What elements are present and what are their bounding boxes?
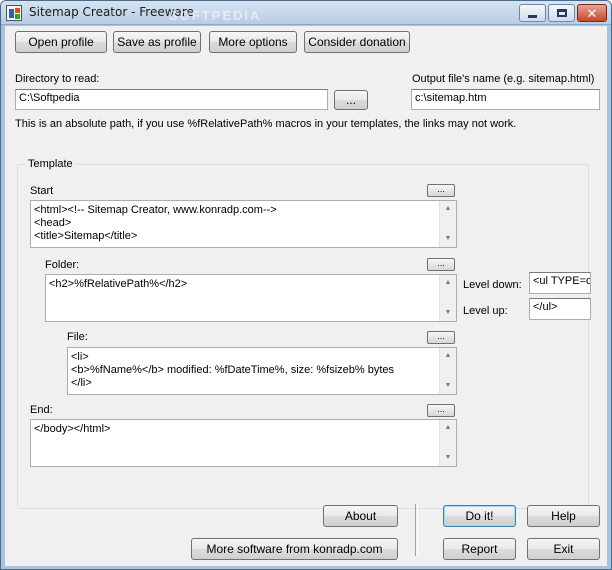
directory-label: Directory to read: — [15, 73, 100, 85]
file-label: File: — [67, 331, 88, 343]
output-file-label: Output file's name (e.g. sitemap.html) — [412, 73, 595, 85]
app-window: Sitemap Creator - Freeware SOFTPEDIA ✕ O… — [0, 0, 612, 570]
maximize-icon — [556, 9, 567, 17]
start-template-textarea[interactable]: <html><!-- Sitemap Creator, www.konradp.… — [30, 200, 457, 248]
start-scrollbar[interactable]: ▲ ▼ — [439, 201, 456, 247]
folder-template-textarea[interactable]: <h2>%fRelativePath%</h2> ▲ ▼ — [45, 274, 457, 322]
maximize-button[interactable] — [548, 4, 575, 22]
level-down-label: Level down: — [463, 279, 522, 291]
dialog-body: Open profile Save as profile More option… — [5, 26, 607, 566]
output-file-input[interactable]: c:\sitemap.htm — [411, 89, 600, 110]
minimize-icon — [528, 14, 537, 18]
file-line: <b>%fName%</b> modified: %fDateTime%, si… — [71, 364, 395, 376]
more-software-button[interactable]: More software from konradp.com — [191, 538, 398, 560]
end-label: End: — [30, 404, 53, 416]
file-line: </li> — [71, 377, 92, 389]
folder-line: <h2>%fRelativePath%</h2> — [49, 278, 188, 290]
open-profile-button[interactable]: Open profile — [15, 31, 107, 53]
level-down-input[interactable]: <ul TYPE=d — [529, 272, 591, 294]
start-label: Start — [30, 185, 54, 197]
directory-note: This is an absolute path, if you use %fR… — [15, 118, 517, 130]
end-edit-button[interactable]: ... — [427, 404, 455, 417]
level-up-label: Level up: — [463, 305, 508, 317]
consider-donation-button[interactable]: Consider donation — [304, 31, 410, 53]
about-button[interactable]: About — [323, 505, 398, 527]
scroll-down-icon[interactable]: ▼ — [440, 451, 456, 465]
save-as-profile-button[interactable]: Save as profile — [113, 31, 201, 53]
file-edit-button[interactable]: ... — [427, 331, 455, 344]
exit-button[interactable]: Exit — [527, 538, 600, 560]
button-divider — [415, 504, 418, 556]
template-group-title: Template — [25, 158, 76, 170]
do-it-button[interactable]: Do it! — [443, 505, 516, 527]
scroll-down-icon[interactable]: ▼ — [440, 232, 456, 246]
file-template-textarea[interactable]: <li> <b>%fName%</b> modified: %fDateTime… — [67, 347, 457, 395]
scroll-up-icon[interactable]: ▲ — [440, 421, 456, 435]
folder-edit-button[interactable]: ... — [427, 258, 455, 271]
end-scrollbar[interactable]: ▲ ▼ — [439, 420, 456, 466]
close-button[interactable]: ✕ — [577, 4, 607, 22]
scroll-down-icon[interactable]: ▼ — [440, 379, 456, 393]
start-line: <title>Sitemap</title> — [34, 230, 138, 242]
scroll-up-icon[interactable]: ▲ — [440, 202, 456, 216]
directory-input[interactable]: C:\Softpedia — [15, 89, 328, 110]
folder-scrollbar[interactable]: ▲ ▼ — [439, 275, 456, 321]
more-options-button[interactable]: More options — [209, 31, 297, 53]
start-line: <html><!-- Sitemap Creator, www.konradp.… — [34, 204, 277, 216]
help-button[interactable]: Help — [527, 505, 600, 527]
level-up-input[interactable]: </ul> — [529, 298, 591, 320]
end-line: </body></html> — [34, 423, 111, 435]
browse-directory-button[interactable]: ... — [334, 90, 368, 110]
minimize-button[interactable] — [519, 4, 546, 22]
end-template-textarea[interactable]: </body></html> ▲ ▼ — [30, 419, 457, 467]
app-icon — [6, 5, 22, 21]
start-line: <head> — [34, 217, 72, 229]
scroll-up-icon[interactable]: ▲ — [440, 276, 456, 290]
watermark: SOFTPEDIA — [169, 8, 262, 23]
folder-label: Folder: — [45, 259, 80, 271]
close-icon: ✕ — [586, 5, 598, 21]
file-line: <li> — [71, 351, 89, 363]
scroll-up-icon[interactable]: ▲ — [440, 349, 456, 363]
start-edit-button[interactable]: ... — [427, 184, 455, 197]
file-scrollbar[interactable]: ▲ ▼ — [439, 348, 456, 394]
scroll-down-icon[interactable]: ▼ — [440, 306, 456, 320]
title-bar[interactable]: Sitemap Creator - Freeware SOFTPEDIA ✕ — [1, 1, 611, 25]
report-button[interactable]: Report — [443, 538, 516, 560]
